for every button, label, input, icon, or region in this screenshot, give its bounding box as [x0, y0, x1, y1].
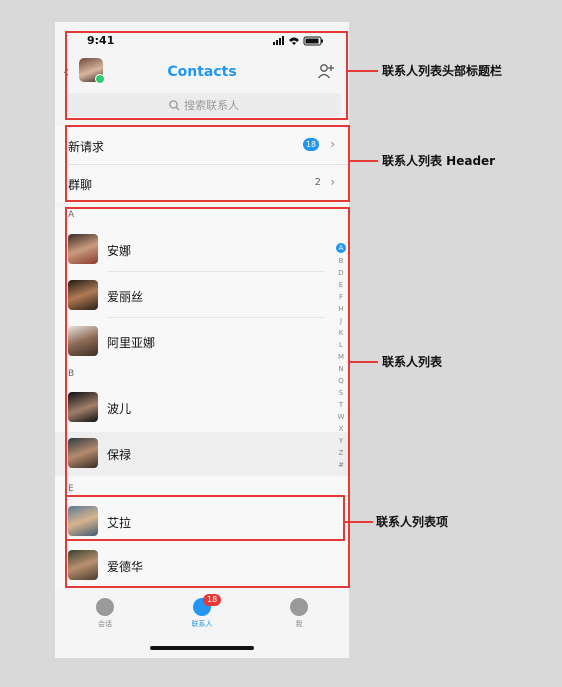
tab-chat-label: 会话 — [98, 620, 112, 628]
person-icon — [290, 598, 308, 616]
annotation-label-list-item: 联系人列表项 — [376, 515, 449, 529]
tab-chat[interactable]: 会话 — [75, 598, 135, 629]
annotation-arrow — [345, 521, 373, 523]
contacts-tab-badge: 18 — [203, 594, 222, 606]
annotation-arrow — [348, 70, 378, 72]
tab-contacts-label: 联系人 — [191, 620, 213, 628]
annotation-arrow — [350, 160, 378, 162]
annotation-arrow — [350, 361, 378, 363]
tab-me[interactable]: 我 — [269, 598, 329, 629]
annotation-box-list-item — [65, 495, 345, 541]
annotation-label-header-bar: 联系人列表头部标题栏 — [382, 64, 503, 78]
tab-me-label: 我 — [295, 620, 303, 628]
annotation-label-list-header: 联系人列表 Header — [382, 154, 496, 168]
home-indicator — [150, 646, 254, 650]
annotation-label-list: 联系人列表 — [382, 355, 443, 369]
chat-icon — [96, 598, 114, 616]
tab-contacts[interactable]: 联系人 — [172, 598, 232, 629]
annotation-box-header-bar — [65, 31, 348, 120]
annotation-box-list-header — [65, 125, 350, 202]
